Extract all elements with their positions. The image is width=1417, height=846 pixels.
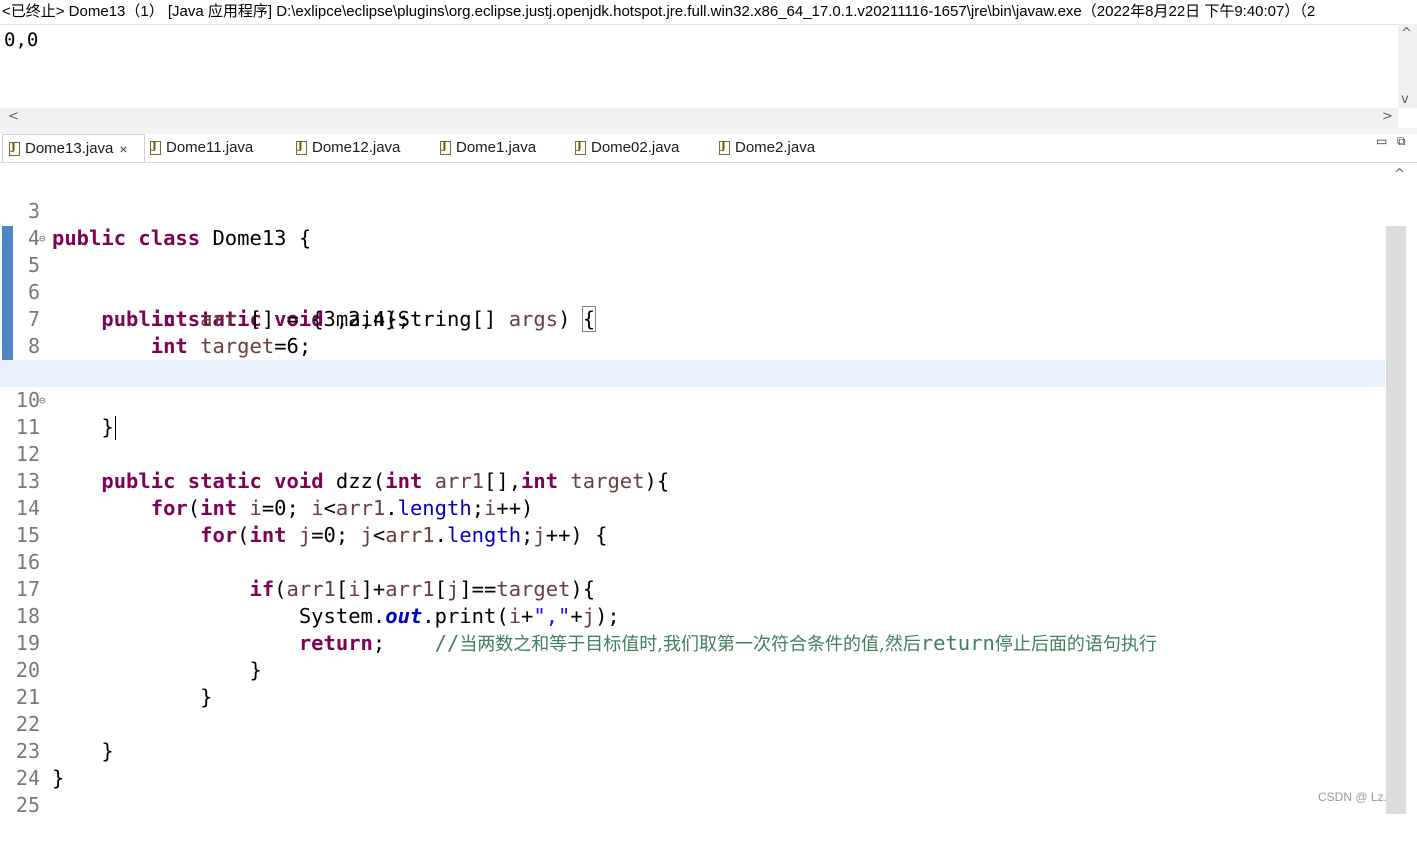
watermark: CSDN @ Lz. bbox=[1318, 790, 1387, 804]
tab-label: Dome13.java bbox=[25, 139, 114, 157]
fold-collapse-icon[interactable]: ⊖ bbox=[39, 387, 46, 414]
code-line[interactable]: 17 System.out.print(i+","+j); bbox=[0, 549, 1385, 628]
tab-dome2-java[interactable]: Dome2.java bbox=[719, 134, 815, 162]
code-line[interactable]: 22 } bbox=[0, 684, 1385, 763]
code-line[interactable]: 16 if(arr1[i]+arr1[j]==target){ bbox=[0, 522, 1385, 601]
code-line[interactable]: 12 bbox=[0, 414, 1385, 466]
code-line[interactable]: 9 bbox=[0, 333, 1385, 385]
java-file-icon bbox=[575, 140, 586, 155]
fold-collapse-icon[interactable]: ⊖ bbox=[39, 225, 46, 252]
tab-label: Dome1.java bbox=[456, 139, 537, 156]
tab-dome12-java[interactable]: Dome12.java bbox=[296, 134, 400, 162]
tab-label: Dome02.java bbox=[591, 139, 680, 156]
tab-label: Dome2.java bbox=[735, 139, 816, 156]
code-line[interactable]: 21 bbox=[0, 657, 1385, 709]
code-line[interactable]: 7 int target=6; bbox=[0, 279, 1385, 358]
java-file-icon bbox=[719, 140, 730, 155]
java-file-icon bbox=[150, 140, 161, 155]
console-output-area[interactable]: 0,0 bbox=[0, 24, 1398, 109]
editor-tab-bar: Dome13.java × Dome11.java Dome12.java Do… bbox=[0, 134, 1417, 163]
scroll-right-icon[interactable]: > bbox=[1382, 109, 1393, 124]
tab-dome13-java[interactable]: Dome13.java × bbox=[2, 134, 145, 162]
code-line[interactable]: 11 ⊖ public static void dzz(int arr1[],i… bbox=[0, 387, 1385, 493]
close-icon[interactable]: × bbox=[119, 134, 127, 164]
maximize-icon[interactable]: ⧉ bbox=[1397, 134, 1406, 149]
code-line[interactable]: 3 public class Dome13 { bbox=[0, 171, 1385, 250]
editor-scroll-thumb[interactable] bbox=[1386, 226, 1406, 814]
code-line[interactable]: 24 bbox=[0, 738, 1385, 790]
console-output-text: 0,0 bbox=[4, 29, 39, 51]
scroll-left-icon[interactable]: < bbox=[8, 109, 19, 124]
tab-dome1-java[interactable]: Dome1.java bbox=[440, 134, 536, 162]
console-horizontal-scrollbar[interactable]: < > bbox=[0, 108, 1398, 128]
code-line[interactable]: 19 } bbox=[0, 603, 1385, 682]
scroll-down-icon[interactable]: v bbox=[1401, 92, 1409, 107]
code-line[interactable]: 18 return; //当两数之和等于目标值时,我们取第一次符合条件的值,然后… bbox=[0, 576, 1385, 655]
java-file-icon bbox=[9, 141, 20, 156]
scroll-up-icon[interactable]: ^ bbox=[1401, 26, 1412, 41]
code-line[interactable]: 25 bbox=[0, 765, 1385, 817]
code-line-current[interactable]: 10 } bbox=[0, 360, 1385, 440]
code-line[interactable]: 20 } bbox=[0, 630, 1385, 709]
java-file-icon bbox=[296, 140, 307, 155]
code-line[interactable]: 8 Dome13.dzz(arr,target); bbox=[0, 306, 1385, 385]
code-line[interactable]: 23 } bbox=[0, 711, 1385, 790]
minimize-icon[interactable]: ▭ bbox=[1376, 134, 1387, 148]
code-line[interactable]: 6 int arr [] = {3,2,4}; bbox=[0, 252, 1385, 331]
code-line[interactable]: 13 for(int i=0; i<arr1.length;i++) bbox=[0, 441, 1385, 520]
tab-label: Dome11.java bbox=[166, 139, 254, 156]
console-title: <已终止> Dome13（1） [Java 应用程序] D:\exlipce\e… bbox=[0, 0, 1417, 24]
code-line[interactable]: 4 bbox=[0, 198, 1385, 250]
code-editor[interactable]: 3 public class Dome13 { 4 5 ⊖ public sta… bbox=[0, 163, 1385, 817]
code-line[interactable]: 14 for(int j=0; j<arr1.length;j++) { bbox=[0, 468, 1385, 547]
code-line[interactable]: 15 bbox=[0, 495, 1385, 547]
code-line[interactable]: 26 bbox=[0, 792, 1385, 814]
tab-dome02-java[interactable]: Dome02.java bbox=[575, 134, 679, 162]
scroll-up-icon[interactable]: ^ bbox=[1394, 167, 1405, 182]
console-vertical-scrollbar[interactable]: ^ v bbox=[1398, 24, 1417, 108]
tab-label: Dome12.java bbox=[312, 139, 401, 156]
code-line[interactable]: 5 ⊖ public static void main(String[] arg… bbox=[0, 225, 1385, 332]
tab-dome11-java[interactable]: Dome11.java bbox=[150, 134, 253, 162]
java-file-icon bbox=[440, 140, 451, 155]
